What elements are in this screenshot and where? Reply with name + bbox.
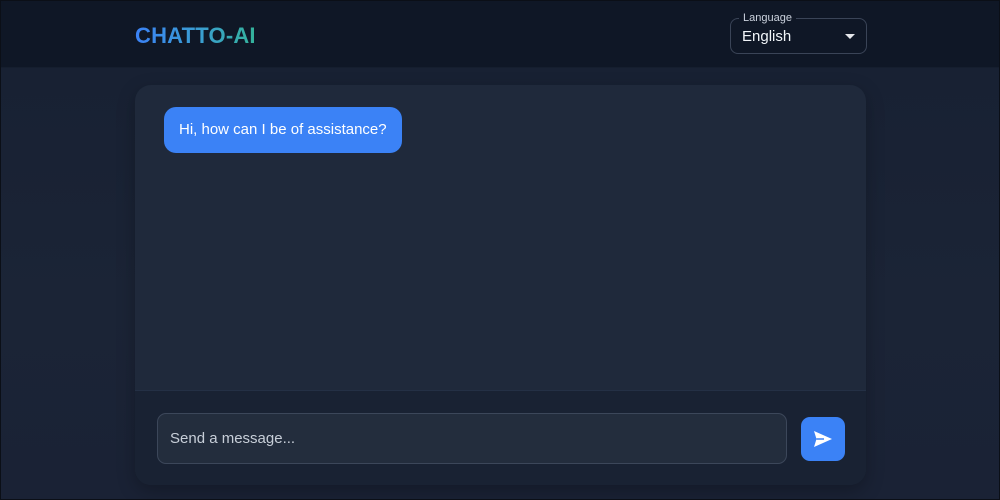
send-button[interactable] xyxy=(801,417,845,461)
language-label: Language xyxy=(739,11,796,25)
top-header: CHATTO-AI Language English xyxy=(1,1,999,68)
app-page: CHATTO-AI Language English Hi, how can I… xyxy=(1,1,999,499)
send-icon xyxy=(814,431,832,447)
message-input[interactable] xyxy=(157,413,787,464)
message-list[interactable]: Hi, how can I be of assistance? xyxy=(135,85,866,390)
brand-logo[interactable]: CHATTO-AI xyxy=(135,23,256,49)
chat-panel: Hi, how can I be of assistance? xyxy=(135,85,866,485)
language-selected-value: English xyxy=(742,28,792,45)
language-select[interactable]: Language English xyxy=(730,11,867,54)
message-composer xyxy=(135,390,866,485)
assistant-message-bubble: Hi, how can I be of assistance? xyxy=(164,107,402,153)
chevron-down-icon xyxy=(845,34,855,39)
